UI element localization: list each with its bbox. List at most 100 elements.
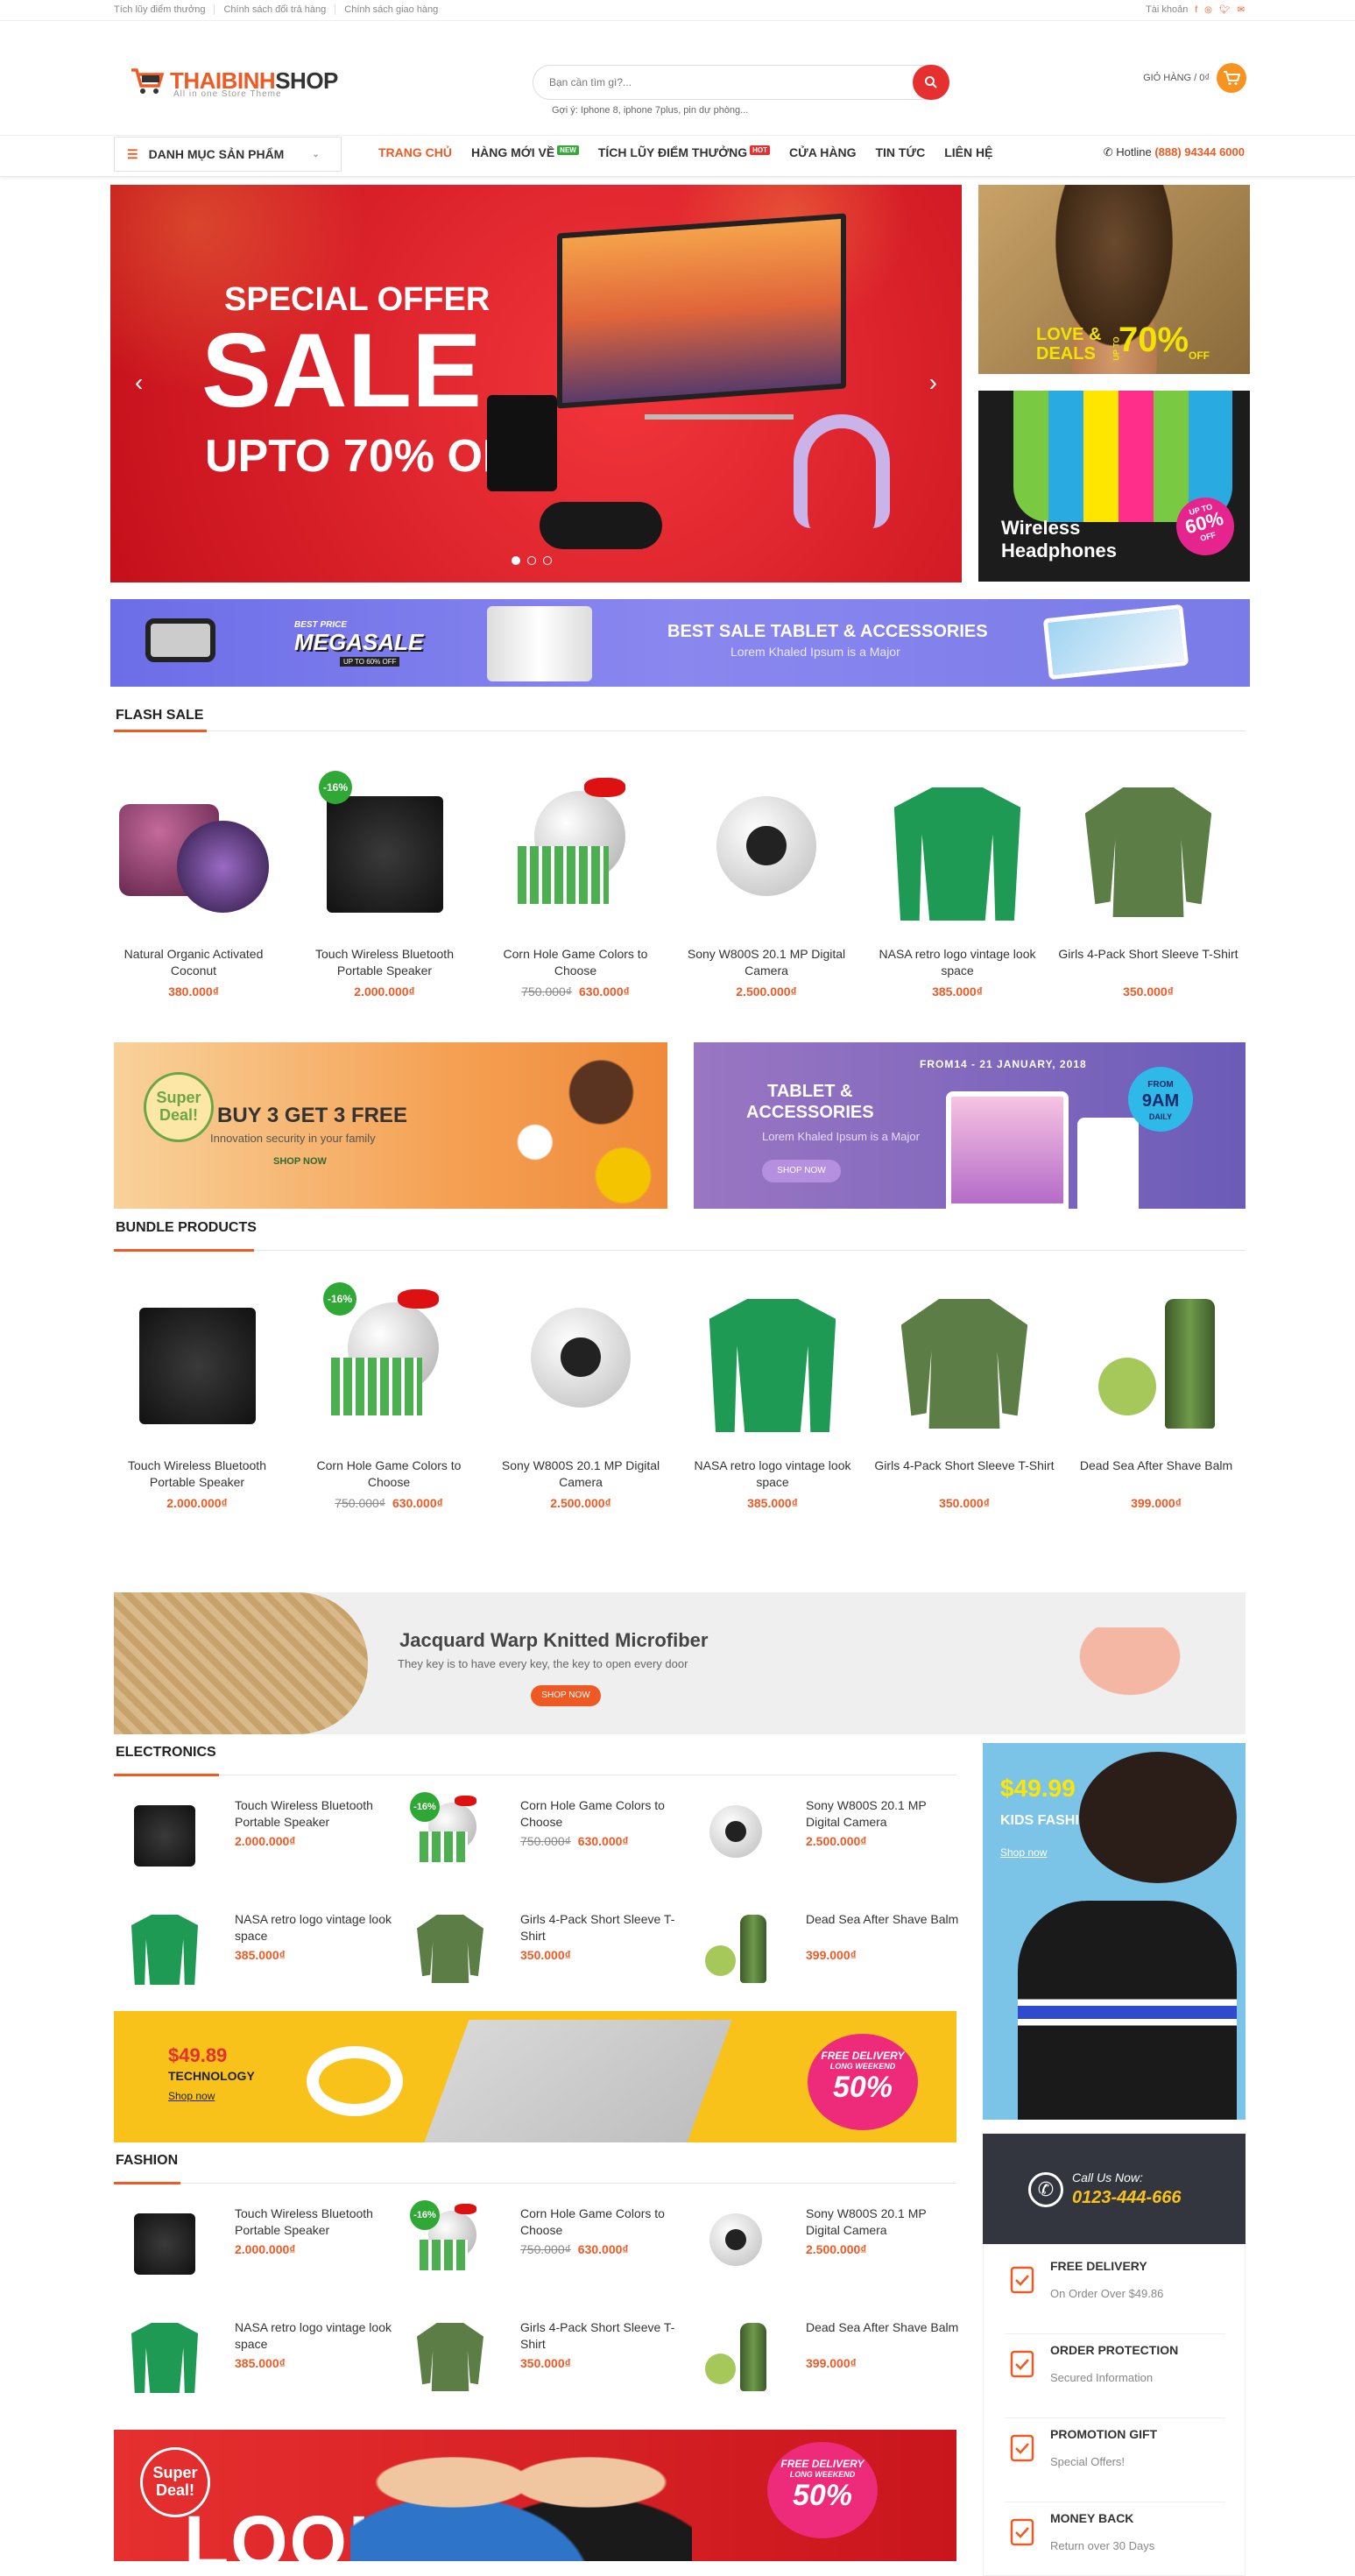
- kids-cta[interactable]: Shop now: [1000, 1846, 1047, 1859]
- product-name[interactable]: Touch Wireless Bluetooth Portable Speake…: [293, 946, 476, 979]
- cart-widget[interactable]: GIỎ HÀNG / 0₫: [1143, 63, 1246, 93]
- product-image[interactable]: [110, 771, 277, 937]
- category-menu-button[interactable]: ☰ DANH MỤC SẢN PHẨM ⌄: [114, 137, 342, 172]
- slider-dot-2[interactable]: [527, 556, 536, 565]
- product-name[interactable]: NASA retro logo vintage look space: [865, 946, 1049, 979]
- promo-tablet-accessories[interactable]: FROM14 - 21 JANUARY, 2018 TABLET & ACCES…: [694, 1042, 1246, 1209]
- product-card[interactable]: Sony W800S 20.1 MP Digital Camera 2.500.0…: [489, 1282, 673, 1510]
- wide-banner-tablet[interactable]: BEST PRICE MEGASALE UP TO 60% OFF BEST S…: [110, 599, 1250, 687]
- site-logo[interactable]: THAIBINHSHOP All in one Store Theme: [130, 63, 338, 99]
- side-banner-deals[interactable]: LOVE & DEALS UP TO 70% OFF: [978, 185, 1250, 374]
- product-image[interactable]: [406, 1906, 494, 1994]
- topbar-link-returns[interactable]: Chính sách đổi trả hàng: [215, 4, 336, 15]
- promo-right-cta[interactable]: SHOP NOW: [762, 1160, 841, 1182]
- product-name[interactable]: NASA retro logo vintage look space: [681, 1457, 865, 1491]
- product-name[interactable]: Natural Organic Activated Coconut: [102, 946, 286, 979]
- product-card[interactable]: -16% Touch Wireless Bluetooth Portable Sp…: [293, 771, 476, 999]
- facebook-icon[interactable]: f: [1195, 5, 1197, 15]
- product-name[interactable]: Dead Sea After Shave Balm: [806, 1911, 963, 1928]
- promo-buy3get3[interactable]: Super Deal! BUY 3 GET 3 FREE Innovation …: [114, 1042, 667, 1209]
- mini-product-card[interactable]: Sony W800S 20.1 MP Digital Camera 2.500.0…: [692, 2200, 972, 2288]
- search-input[interactable]: [549, 66, 917, 99]
- mini-product-card[interactable]: Sony W800S 20.1 MP Digital Camera 2.500.0…: [692, 1792, 972, 1880]
- product-name[interactable]: Girls 4-Pack Short Sleeve T-Shirt: [1056, 946, 1240, 979]
- product-image[interactable]: [692, 2200, 780, 2288]
- search-button[interactable]: [913, 65, 949, 100]
- product-image[interactable]: [492, 771, 659, 937]
- product-image[interactable]: [121, 2314, 208, 2402]
- product-card[interactable]: Girls 4-Pack Short Sleeve T-Shirt 350.000…: [872, 1282, 1056, 1510]
- mini-product-card[interactable]: Dead Sea After Shave Balm 399.000₫: [692, 1906, 972, 1994]
- product-card[interactable]: -16% Corn Hole Game Colors to Choose 750.0…: [297, 1282, 481, 1510]
- mini-product-card[interactable]: -16% Corn Hole Game Colors to Choose 750.0…: [406, 2200, 687, 2288]
- jacquard-cta[interactable]: SHOP NOW: [531, 1685, 601, 1706]
- product-card[interactable]: NASA retro logo vintage look space 385.00…: [681, 1282, 865, 1510]
- banner-technology[interactable]: $49.89 TECHNOLOGY Shop now FREE DELIVERY…: [114, 2011, 956, 2142]
- product-image[interactable]: -16%: [406, 1792, 494, 1880]
- product-image[interactable]: [114, 1282, 280, 1449]
- search-suggestions[interactable]: Gợi ý: Iphone 8, iphone 7plus, pin dự ph…: [552, 105, 748, 116]
- account-link[interactable]: Tài khoản: [1146, 4, 1188, 15]
- product-name[interactable]: Sony W800S 20.1 MP Digital Camera: [806, 1797, 963, 1831]
- product-image[interactable]: [121, 1792, 208, 1880]
- twitter-icon[interactable]: 🐦︎: [1219, 5, 1231, 15]
- banner-jacquard[interactable]: Jacquard Warp Knitted Microfiber They ke…: [114, 1592, 1246, 1734]
- product-name[interactable]: Dead Sea After Shave Balm: [806, 2319, 963, 2336]
- mini-product-card[interactable]: NASA retro logo vintage look space 385.00…: [121, 2314, 401, 2402]
- nav-new-arrivals[interactable]: HÀNG MỚI VỀ NEW: [471, 145, 579, 159]
- banner-kids-fashion[interactable]: $49.99 KIDS FASHION Shop now: [983, 1743, 1246, 2120]
- mini-product-card[interactable]: Dead Sea After Shave Balm 399.000₫: [692, 2314, 972, 2402]
- mini-product-card[interactable]: Girls 4-Pack Short Sleeve T-Shirt 350.000…: [406, 1906, 687, 1994]
- product-image[interactable]: [121, 2200, 208, 2288]
- product-image[interactable]: [881, 1282, 1048, 1449]
- product-card[interactable]: Natural Organic Activated Coconut 380.000…: [102, 771, 286, 999]
- product-image[interactable]: -16%: [306, 1282, 472, 1449]
- side-banner-headphones[interactable]: Wireless Headphones UP TO 60% OFF: [978, 391, 1250, 582]
- product-card[interactable]: Sony W800S 20.1 MP Digital Camera 2.500.0…: [674, 771, 858, 999]
- product-name[interactable]: Corn Hole Game Colors to Choose: [520, 1797, 678, 1831]
- product-name[interactable]: Dead Sea After Shave Balm: [1064, 1457, 1248, 1491]
- product-image[interactable]: [498, 1282, 664, 1449]
- product-name[interactable]: NASA retro logo vintage look space: [235, 2319, 392, 2353]
- banner-looks[interactable]: Super Deal! LOOKS FREE DELIVERY LONG WEE…: [114, 2430, 956, 2561]
- hero-slider[interactable]: SPECIAL OFFER SALE UPTO 70% OFF ‹ ›: [110, 185, 962, 582]
- product-card[interactable]: Corn Hole Game Colors to Choose 750.000₫ 6…: [483, 771, 667, 999]
- product-card[interactable]: Touch Wireless Bluetooth Portable Speake…: [105, 1282, 289, 1510]
- product-image[interactable]: [1073, 1282, 1239, 1449]
- product-image[interactable]: -16%: [406, 2200, 494, 2288]
- slider-dot-1[interactable]: [512, 556, 520, 565]
- product-image[interactable]: [121, 1906, 208, 1994]
- product-name[interactable]: Girls 4-Pack Short Sleeve T-Shirt: [520, 1911, 678, 1944]
- email-icon[interactable]: ✉: [1238, 5, 1245, 15]
- product-image[interactable]: [692, 1906, 780, 1994]
- nav-news[interactable]: TIN TỨC: [875, 145, 925, 159]
- product-image[interactable]: [692, 1792, 780, 1880]
- nav-loyalty[interactable]: TÍCH LŨY ĐIỂM THƯỞNG HOT: [598, 145, 771, 159]
- product-name[interactable]: Corn Hole Game Colors to Choose: [297, 1457, 481, 1491]
- product-image[interactable]: [1065, 771, 1231, 937]
- call-us-box[interactable]: ✆ Call Us Now: 0123-444-666: [983, 2134, 1246, 2244]
- product-name[interactable]: Corn Hole Game Colors to Choose: [483, 946, 667, 979]
- product-image[interactable]: [683, 771, 850, 937]
- instagram-icon[interactable]: ◎: [1204, 5, 1212, 15]
- product-image[interactable]: [692, 2314, 780, 2402]
- product-name[interactable]: Sony W800S 20.1 MP Digital Camera: [674, 946, 858, 979]
- product-name[interactable]: Girls 4-Pack Short Sleeve T-Shirt: [872, 1457, 1056, 1491]
- slider-dot-3[interactable]: [543, 556, 552, 565]
- mini-product-card[interactable]: Touch Wireless Bluetooth Portable Speake…: [121, 1792, 401, 1880]
- product-name[interactable]: Corn Hole Game Colors to Choose: [520, 2205, 678, 2239]
- product-card[interactable]: Dead Sea After Shave Balm 399.000₫: [1064, 1282, 1248, 1510]
- product-name[interactable]: Touch Wireless Bluetooth Portable Speake…: [235, 2205, 392, 2239]
- tech-cta[interactable]: Shop now: [168, 2090, 215, 2102]
- product-card[interactable]: NASA retro logo vintage look space 385.00…: [865, 771, 1049, 999]
- slider-next-icon[interactable]: ›: [929, 369, 937, 397]
- product-name[interactable]: Girls 4-Pack Short Sleeve T-Shirt: [520, 2319, 678, 2353]
- topbar-link-points[interactable]: Tích lũy điểm thưởng: [114, 4, 215, 15]
- topbar-link-shipping[interactable]: Chính sách giao hàng: [335, 4, 447, 15]
- mini-product-card[interactable]: Girls 4-Pack Short Sleeve T-Shirt 350.000…: [406, 2314, 687, 2402]
- mini-product-card[interactable]: NASA retro logo vintage look space 385.00…: [121, 1906, 401, 1994]
- product-name[interactable]: Touch Wireless Bluetooth Portable Speake…: [105, 1457, 289, 1491]
- slider-prev-icon[interactable]: ‹: [135, 369, 143, 397]
- mini-product-card[interactable]: -16% Corn Hole Game Colors to Choose 750.0…: [406, 1792, 687, 1880]
- product-name[interactable]: Touch Wireless Bluetooth Portable Speake…: [235, 1797, 392, 1831]
